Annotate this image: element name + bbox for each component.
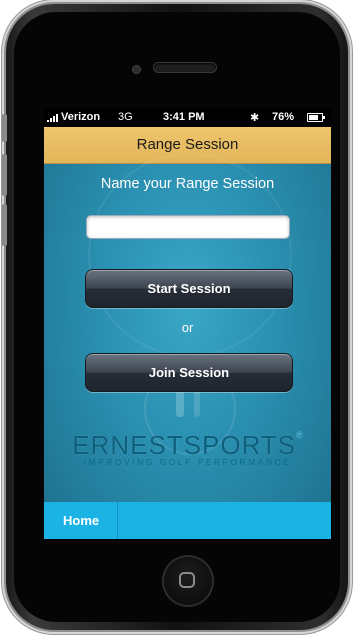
- session-name-prompt: Name your Range Session: [100, 176, 275, 192]
- mute-switch: [2, 114, 7, 142]
- carrier-label: Verizon: [61, 111, 101, 123]
- session-name-input[interactable]: [86, 215, 290, 239]
- logo-text-ernest: ERNEST: [72, 430, 184, 460]
- volume-down-button: [2, 204, 7, 246]
- start-session-button[interactable]: Start Session: [85, 269, 293, 308]
- tab-bar: Home: [44, 502, 331, 539]
- battery-percent: 76%: [272, 111, 295, 123]
- status-bar: Verizon 3G 3:41 PM ✱ 76%: [44, 108, 331, 127]
- volume-up-button: [2, 154, 7, 196]
- front-camera: [133, 66, 140, 73]
- join-session-button[interactable]: Join Session: [85, 353, 293, 392]
- or-separator: or: [181, 320, 194, 335]
- logo-text-sports: SPORTS: [183, 430, 297, 460]
- golfer-silhouette: [176, 391, 184, 417]
- app-screen: Verizon 3G 3:41 PM ✱ 76% Range Session N…: [44, 108, 331, 539]
- tab-home[interactable]: Home: [44, 502, 118, 539]
- home-square-icon: [179, 572, 195, 588]
- bluetooth-icon: ✱: [250, 112, 260, 124]
- network-label: 3G: [118, 111, 133, 123]
- earpiece-speaker: [154, 63, 216, 72]
- logo-tagline: IMPROVING GOLF PERFORMANCE: [83, 457, 292, 467]
- home-button[interactable]: [164, 557, 212, 605]
- clock: 3:41 PM: [163, 111, 205, 123]
- signal-strength-icon: [47, 114, 61, 122]
- battery-icon: [307, 113, 325, 122]
- golfer-silhouette-shadow: [194, 391, 200, 417]
- logo-registered-mark: ®: [296, 430, 303, 440]
